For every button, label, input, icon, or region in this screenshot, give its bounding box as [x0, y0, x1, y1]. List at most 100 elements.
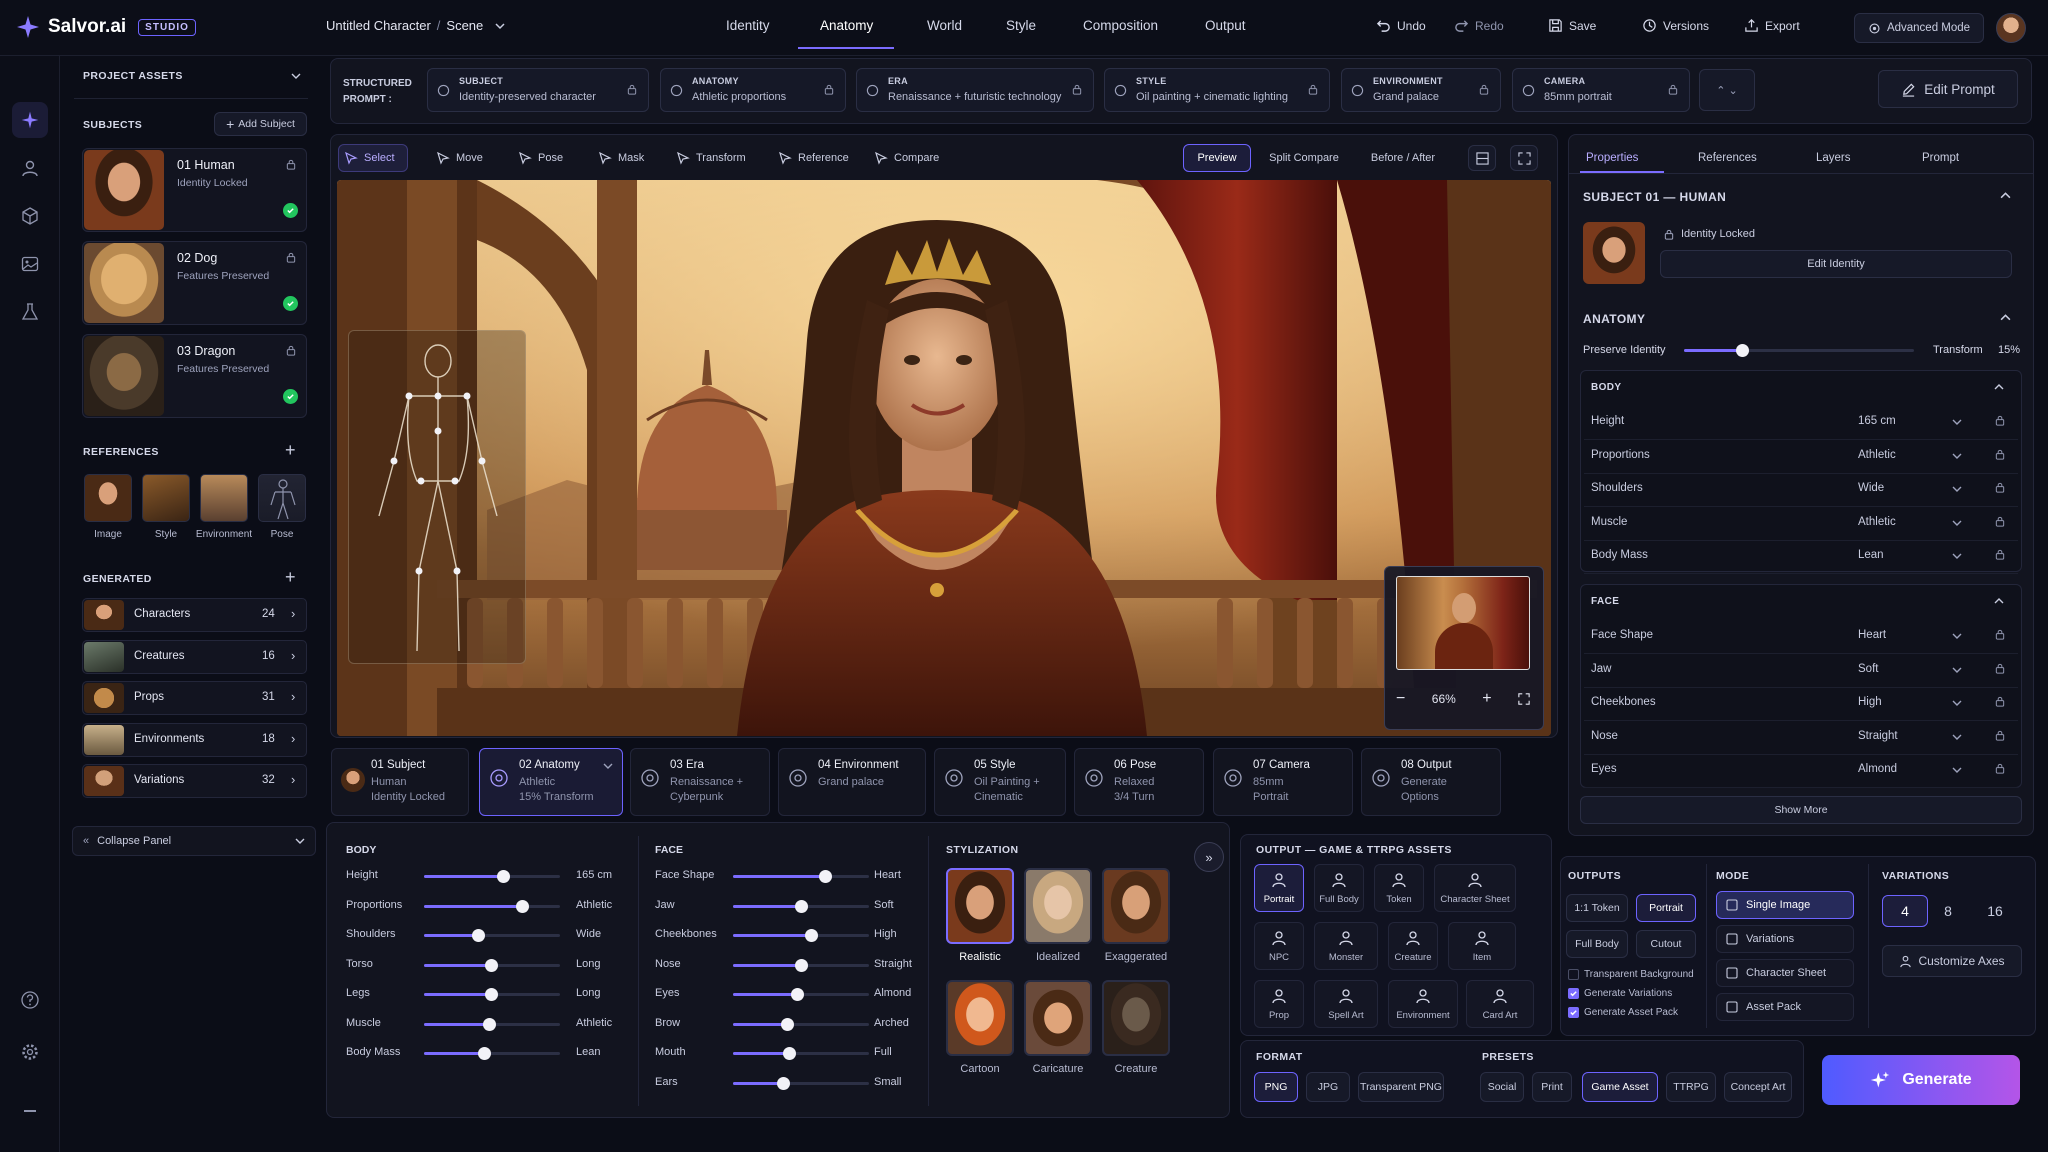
rail-cube-icon[interactable]	[12, 198, 48, 234]
add-subject-button[interactable]: + Add Subject	[214, 112, 307, 136]
checkbox-transparent-background[interactable]	[1568, 969, 1579, 980]
style-thumbnail-caricature[interactable]	[1024, 980, 1092, 1056]
property-value-select[interactable]: Athletic	[1858, 516, 1896, 528]
style-thumbnail-creature[interactable]	[1102, 980, 1170, 1056]
preset-social[interactable]: Social	[1480, 1072, 1524, 1102]
output-cutout[interactable]: Cutout	[1636, 930, 1696, 958]
user-avatar[interactable]	[1996, 13, 2026, 43]
fullscreen-icon[interactable]	[1510, 145, 1538, 171]
prompt-chip-camera[interactable]	[1512, 68, 1690, 112]
chevron-down-icon[interactable]	[1952, 484, 1962, 494]
chevron-down-icon[interactable]	[1952, 765, 1962, 775]
style-thumbnail-idealized[interactable]	[1024, 868, 1092, 944]
variation-count-16[interactable]: 16	[1976, 895, 2014, 927]
pose-tool-button[interactable]: Pose	[538, 152, 563, 164]
zoom-in-button[interactable]: +	[1482, 690, 1491, 708]
add-reference-plus-icon[interactable]: +	[285, 440, 296, 461]
generate-button[interactable]: Generate	[1822, 1055, 2020, 1105]
slider-knob[interactable]	[790, 988, 804, 1001]
style-thumbnail-cartoon[interactable]	[946, 980, 1014, 1056]
tab-composition[interactable]: Composition	[1083, 18, 1158, 33]
edit-prompt-button[interactable]: Edit Prompt	[1878, 70, 2018, 108]
prompt-chip-anatomy[interactable]	[660, 68, 846, 112]
format-transparent-png[interactable]: Transparent PNG	[1358, 1072, 1444, 1102]
compare-tool-button[interactable]: Compare	[894, 152, 939, 164]
lock-icon[interactable]	[1479, 84, 1489, 95]
reference-thumbnail-pose[interactable]	[258, 474, 306, 522]
preserve-transform-slider[interactable]	[1684, 344, 1914, 357]
view-split-compare[interactable]: Split Compare	[1258, 144, 1350, 172]
minimap-thumbnail[interactable]	[1396, 576, 1530, 670]
advanced-mode-button[interactable]: Advanced Mode	[1854, 13, 1984, 43]
slider-knob[interactable]	[781, 1017, 795, 1031]
pose-skeleton-overlay[interactable]	[348, 330, 526, 664]
face-shape-slider[interactable]	[733, 870, 869, 883]
grid-view-icon[interactable]	[1468, 145, 1496, 171]
chevron-up-icon[interactable]	[2000, 312, 2011, 323]
rail-user-icon[interactable]	[12, 150, 48, 186]
subject-portrait-thumbnail[interactable]	[1583, 222, 1645, 284]
expand-double-chevron-icon[interactable]: »	[1194, 842, 1224, 872]
reference-thumbnail-style[interactable]	[142, 474, 190, 522]
ears-slider[interactable]	[733, 1076, 869, 1090]
reference-thumbnail-environment[interactable]	[200, 474, 248, 522]
slider-knob[interactable]	[483, 1017, 497, 1031]
lock-icon[interactable]	[1995, 663, 2005, 674]
lock-icon[interactable]	[1995, 482, 2005, 493]
edit-identity-button[interactable]: Edit Identity	[1660, 250, 2012, 278]
chevron-down-icon[interactable]	[1952, 631, 1962, 641]
output-1-1-token[interactable]: 1:1 Token	[1566, 894, 1628, 922]
torso-slider[interactable]	[424, 958, 560, 972]
muscle-slider[interactable]	[424, 1017, 560, 1031]
eyes-slider[interactable]	[733, 988, 869, 1001]
preset-ttrpg[interactable]: TTRPG	[1666, 1072, 1716, 1102]
lock-icon[interactable]	[286, 252, 296, 263]
format-png[interactable]: PNG	[1254, 1072, 1298, 1102]
reference-tool-button[interactable]: Reference	[798, 152, 849, 164]
height-slider[interactable]	[424, 870, 560, 883]
tab-output[interactable]: Output	[1205, 18, 1246, 33]
subject-thumbnail[interactable]	[84, 150, 164, 230]
reference-thumbnail-image[interactable]	[84, 474, 132, 522]
lock-icon[interactable]	[1995, 696, 2005, 707]
mask-tool-button[interactable]: Mask	[618, 152, 644, 164]
variation-count-8[interactable]: 8	[1929, 895, 1967, 927]
slider-knob[interactable]	[484, 958, 498, 972]
transform-tool-button[interactable]: Transform	[696, 152, 746, 164]
rail-collapse-icon[interactable]	[24, 1110, 36, 1112]
versions-button[interactable]: Versions	[1642, 18, 1709, 33]
properties-tab-layers[interactable]: Layers	[1816, 152, 1851, 164]
jaw-slider[interactable]	[733, 899, 869, 913]
slider-knob[interactable]	[484, 988, 498, 1001]
lock-icon[interactable]	[1995, 629, 2005, 640]
property-value-select[interactable]: Straight	[1858, 730, 1898, 742]
lock-icon[interactable]	[1668, 84, 1678, 95]
lock-icon[interactable]	[627, 84, 637, 95]
preserve-slider-knob[interactable]	[1735, 344, 1749, 357]
chevron-down-icon[interactable]	[1952, 732, 1962, 742]
rail-settings-icon[interactable]	[12, 1034, 48, 1070]
property-value-select[interactable]: Heart	[1858, 629, 1886, 641]
lock-icon[interactable]	[1308, 84, 1318, 95]
property-value-select[interactable]: 165 cm	[1858, 415, 1896, 427]
subject-thumbnail[interactable]	[84, 243, 164, 323]
lock-icon[interactable]	[824, 84, 834, 95]
nose-slider[interactable]	[733, 958, 869, 972]
lock-icon[interactable]	[1995, 449, 2005, 460]
slider-knob[interactable]	[782, 1047, 796, 1060]
properties-tab-references[interactable]: References	[1698, 152, 1757, 164]
lock-icon[interactable]	[1995, 549, 2005, 560]
prompt-chip-style[interactable]	[1104, 68, 1330, 112]
show-more-button[interactable]: Show More	[1580, 796, 2022, 824]
customize-axes-button[interactable]: Customize Axes	[1882, 945, 2022, 977]
checkbox-generate-variations[interactable]	[1568, 988, 1579, 999]
prompt-chip-era[interactable]	[856, 68, 1094, 112]
rail-image-icon[interactable]	[12, 246, 48, 282]
slider-knob[interactable]	[496, 870, 510, 883]
mouth-slider[interactable]	[733, 1047, 869, 1060]
prompt-chip-subject[interactable]	[427, 68, 649, 112]
style-thumbnail-realistic[interactable]	[946, 868, 1014, 944]
shoulders-slider[interactable]	[424, 929, 560, 942]
chevron-down-icon[interactable]	[1952, 417, 1962, 427]
format-jpg[interactable]: JPG	[1306, 1072, 1350, 1102]
